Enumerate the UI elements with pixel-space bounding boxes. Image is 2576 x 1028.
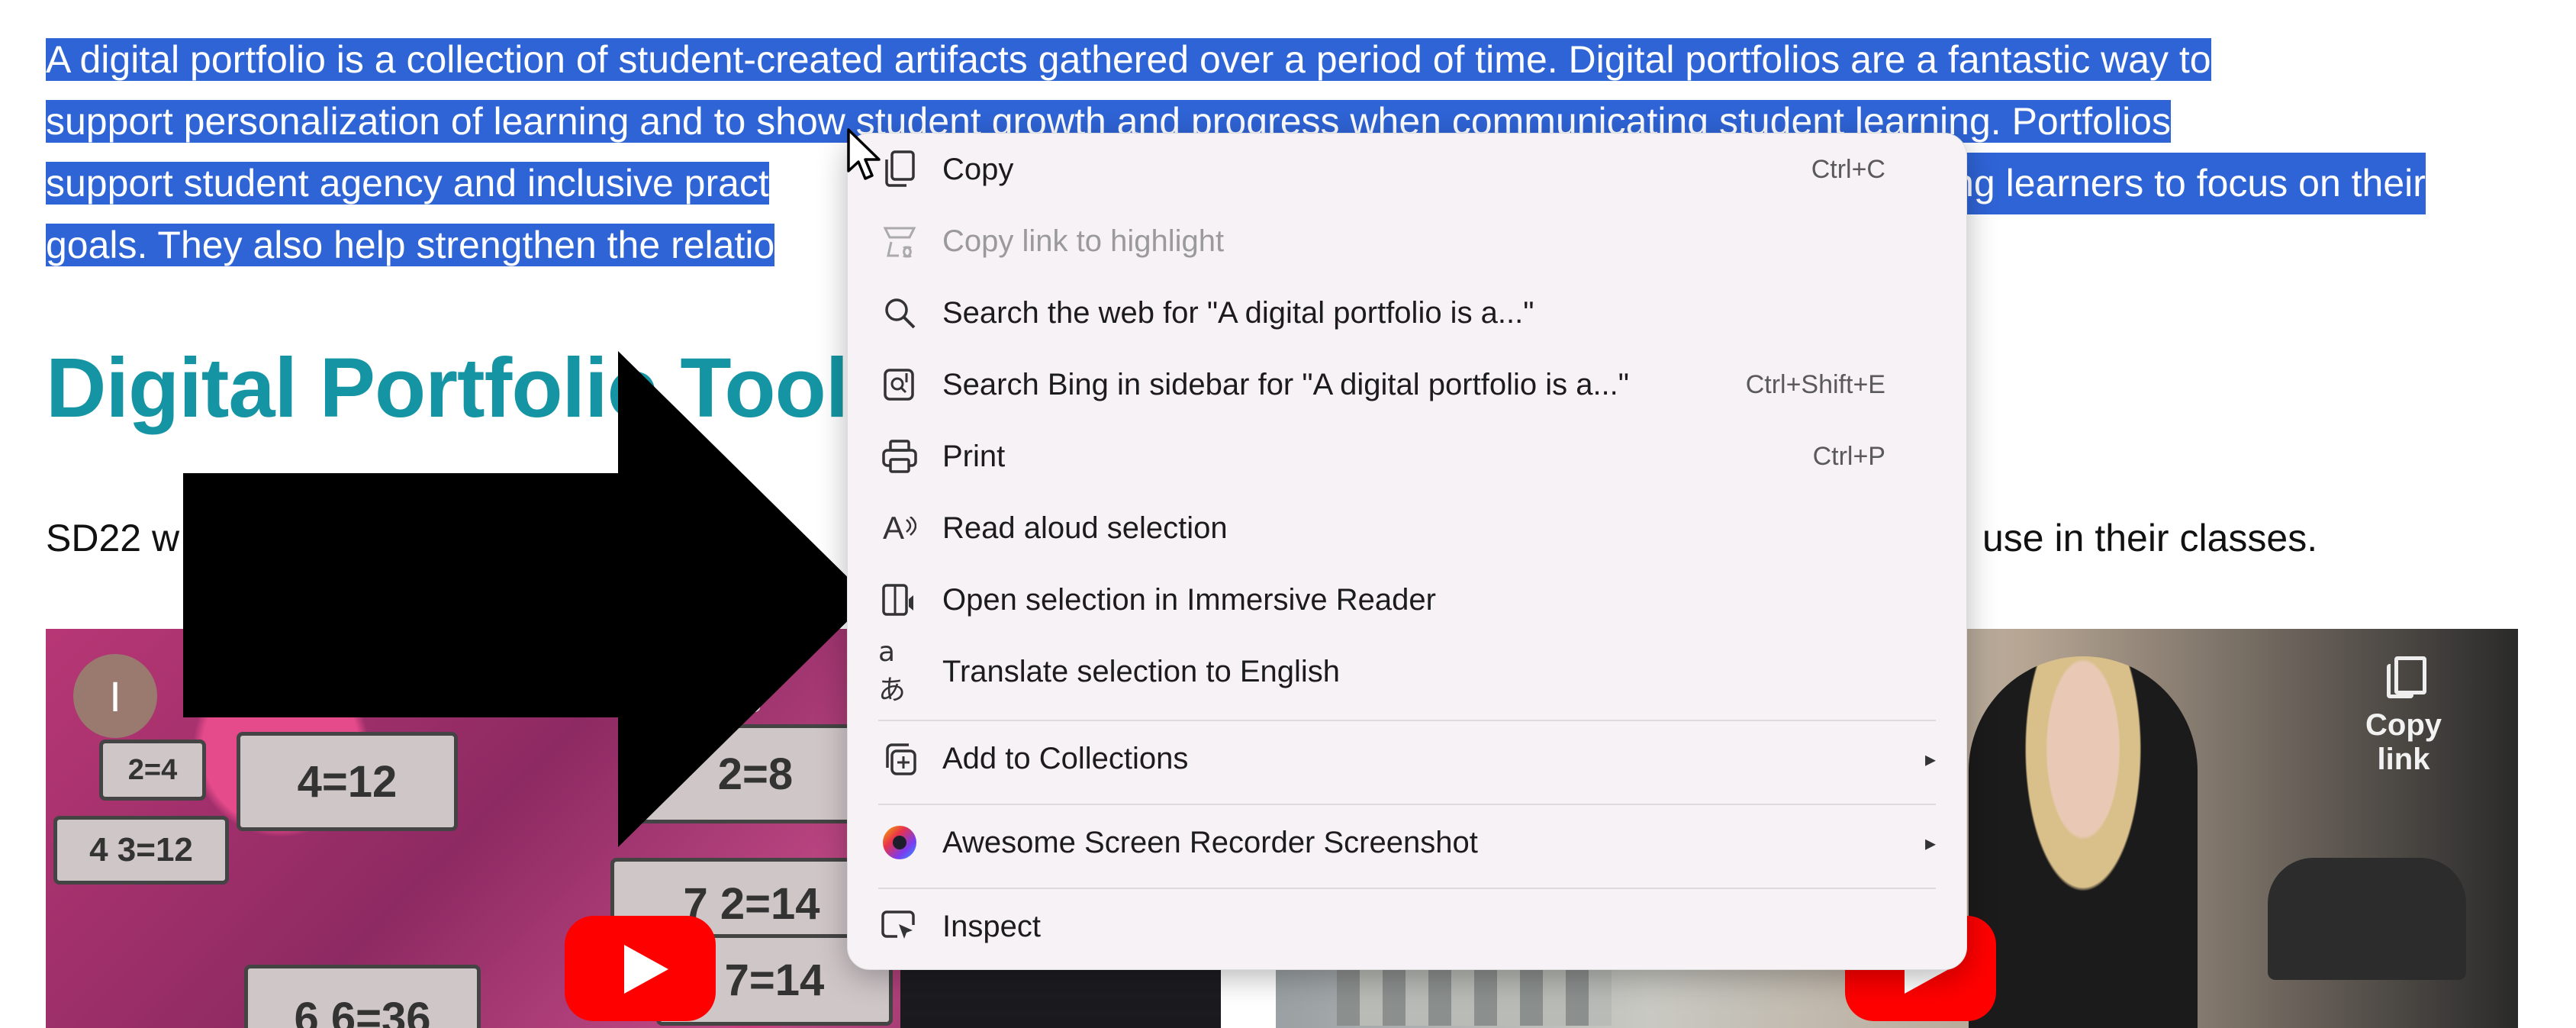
menu-item-copy[interactable]: Copy Ctrl+C bbox=[848, 135, 1966, 204]
read-aloud-icon: A bbox=[878, 507, 921, 549]
menu-separator bbox=[878, 720, 1936, 721]
menu-item-shortcut: Ctrl+Shift+E bbox=[1745, 369, 1885, 399]
menu-item-copy-link-to-highlight[interactable]: Copy link to highlight bbox=[848, 207, 1966, 276]
menu-item-label: Search Bing in sidebar for "A digital po… bbox=[942, 367, 1629, 401]
menu-item-print[interactable]: Print Ctrl+P bbox=[848, 422, 1966, 491]
menu-item-translate[interactable]: aあ Translate selection to English bbox=[848, 636, 1966, 706]
menu-item-search-web[interactable]: Search the web for "A digital portfolio … bbox=[848, 279, 1966, 347]
channel-avatar[interactable]: I bbox=[73, 654, 157, 738]
paragraph-line-1: A digital portfolio is a collection of s… bbox=[46, 38, 2211, 81]
submenu-chevron-icon: ▸ bbox=[1924, 746, 1936, 771]
menu-item-label: Add to Collections bbox=[942, 741, 1189, 775]
menu-item-label: Translate selection to English bbox=[942, 654, 1341, 688]
menu-separator bbox=[878, 888, 1936, 889]
link-highlight-icon bbox=[878, 220, 921, 263]
search-icon bbox=[878, 292, 921, 334]
menu-item-awesome-screen-recorder[interactable]: Awesome Screen Recorder Screenshot ▸ bbox=[848, 808, 1966, 877]
youtube-play-icon[interactable] bbox=[565, 916, 716, 1021]
menu-item-shortcut: Ctrl+C bbox=[1811, 154, 1885, 184]
menu-item-add-to-collections[interactable]: Add to Collections ▸ bbox=[848, 724, 1966, 793]
collections-icon bbox=[878, 737, 921, 780]
copy-link-icon bbox=[2387, 656, 2426, 698]
teacher-in-video bbox=[1969, 656, 2198, 1028]
menu-item-search-bing-sidebar[interactable]: Search Bing in sidebar for "A digital po… bbox=[848, 350, 1966, 419]
menu-item-label: Print bbox=[942, 439, 1006, 473]
black-arrow-annotation bbox=[183, 351, 870, 847]
inspect-icon bbox=[878, 905, 921, 948]
menu-item-label: Read aloud selection bbox=[942, 511, 1228, 545]
math-tile: 6 6=36 bbox=[244, 965, 481, 1028]
menu-item-inspect[interactable]: Inspect bbox=[848, 892, 1966, 961]
translate-icon: aあ bbox=[878, 636, 921, 706]
body-text-start: SD22 w bbox=[46, 517, 180, 559]
submenu-chevron-icon: ▸ bbox=[1924, 830, 1936, 855]
context-menu: Copy Ctrl+C Copy link to highlight Searc… bbox=[847, 133, 1967, 970]
read-aloud-glyph: A bbox=[882, 510, 904, 546]
projector bbox=[2268, 858, 2466, 980]
body-text-end: use in their classes. bbox=[1982, 517, 2318, 559]
mouse-cursor-icon bbox=[847, 128, 881, 180]
immersive-reader-icon bbox=[878, 578, 921, 621]
web-page: A digital portfolio is a collection of s… bbox=[0, 0, 2576, 1028]
copy-link-label: Copy link bbox=[2365, 708, 2442, 776]
menu-item-label: Inspect bbox=[942, 909, 1041, 943]
menu-item-immersive-reader[interactable]: Open selection in Immersive Reader bbox=[848, 566, 1966, 634]
menu-item-read-aloud[interactable]: A Read aloud selection bbox=[848, 494, 1966, 562]
menu-separator bbox=[878, 804, 1936, 805]
menu-item-shortcut: Ctrl+P bbox=[1812, 441, 1885, 471]
translate-glyph: aあ bbox=[878, 636, 906, 706]
sidebar-search-icon bbox=[878, 363, 921, 406]
menu-item-label: Open selection in Immersive Reader bbox=[942, 582, 1436, 617]
screen-recorder-icon bbox=[878, 821, 921, 864]
copy-link-button[interactable]: Copy link bbox=[2335, 656, 2472, 777]
menu-item-label: Search the web for "A digital portfolio … bbox=[942, 295, 1534, 330]
printer-icon bbox=[878, 435, 921, 478]
menu-item-label: Awesome Screen Recorder Screenshot bbox=[942, 825, 1478, 859]
menu-item-label: Copy link to highlight bbox=[942, 224, 1225, 258]
menu-item-label: Copy bbox=[942, 152, 1014, 186]
copy-icon bbox=[878, 148, 921, 191]
paragraph-line-3-tail: ing learners to focus on their bbox=[1944, 153, 2426, 214]
